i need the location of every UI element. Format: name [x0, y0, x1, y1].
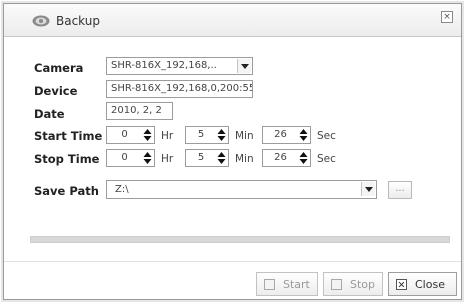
start-hour-stepper[interactable]: 0 [106, 126, 155, 144]
device-value: SHR-816X_192,168,0,200:55 [111, 83, 253, 94]
stop-button[interactable]: Stop [323, 272, 383, 296]
stop-icon [331, 279, 342, 290]
start-time-label: Start Time [34, 129, 103, 143]
stop-hour-stepper[interactable]: 0 [106, 149, 155, 167]
device-field: SHR-816X_192,168,0,200:55 [106, 80, 253, 98]
date-field[interactable]: 2010, 2, 2 [106, 102, 173, 120]
close-icon[interactable]: × [441, 11, 453, 23]
start-minute-stepper[interactable]: 5 [185, 126, 229, 144]
camera-label: Camera [34, 61, 84, 75]
title-bar[interactable]: Backup × [4, 4, 461, 37]
backup-dialog: Backup × Camera SHR-816X_192,168,.. Devi… [3, 3, 462, 300]
close-icon [396, 279, 407, 290]
close-button[interactable]: Close [388, 272, 457, 296]
spin-arrows-icon[interactable] [298, 128, 309, 142]
chevron-down-icon[interactable] [237, 59, 251, 73]
minute-unit: Min [235, 130, 254, 142]
stop-button-label: Stop [350, 278, 376, 291]
minute-unit: Min [235, 153, 254, 165]
browse-button[interactable]: ... [388, 181, 412, 199]
chevron-down-icon[interactable] [361, 182, 375, 196]
save-path-label: Save Path [34, 184, 99, 198]
stop-minute-stepper[interactable]: 5 [185, 149, 229, 167]
camera-select[interactable]: SHR-816X_192,168,.. [106, 57, 253, 75]
date-label: Date [34, 107, 65, 121]
backup-progress-bar [30, 236, 450, 243]
hour-unit: Hr [161, 153, 174, 165]
window-title: Backup [56, 14, 100, 28]
save-path-value: Z:\ [115, 184, 129, 195]
play-icon [264, 279, 275, 290]
stop-time-label: Stop Time [34, 152, 100, 166]
spin-arrows-icon[interactable] [216, 128, 227, 142]
start-second-stepper[interactable]: 26 [262, 126, 311, 144]
stop-second-stepper[interactable]: 26 [262, 149, 311, 167]
spin-arrows-icon[interactable] [298, 151, 309, 165]
start-button-label: Start [283, 278, 310, 291]
second-unit: Sec [317, 153, 336, 165]
device-label: Device [34, 84, 78, 98]
hour-unit: Hr [161, 130, 174, 142]
backup-icon [32, 15, 50, 27]
spin-arrows-icon[interactable] [216, 151, 227, 165]
camera-select-value: SHR-816X_192,168,.. [111, 60, 217, 71]
second-unit: Sec [317, 130, 336, 142]
close-button-label: Close [415, 278, 445, 291]
date-value: 2010, 2, 2 [111, 105, 162, 116]
footer-divider [4, 261, 461, 262]
spin-arrows-icon[interactable] [142, 151, 153, 165]
start-button[interactable]: Start [256, 272, 318, 296]
spin-arrows-icon[interactable] [142, 128, 153, 142]
save-path-select[interactable]: Z:\ [106, 180, 377, 199]
